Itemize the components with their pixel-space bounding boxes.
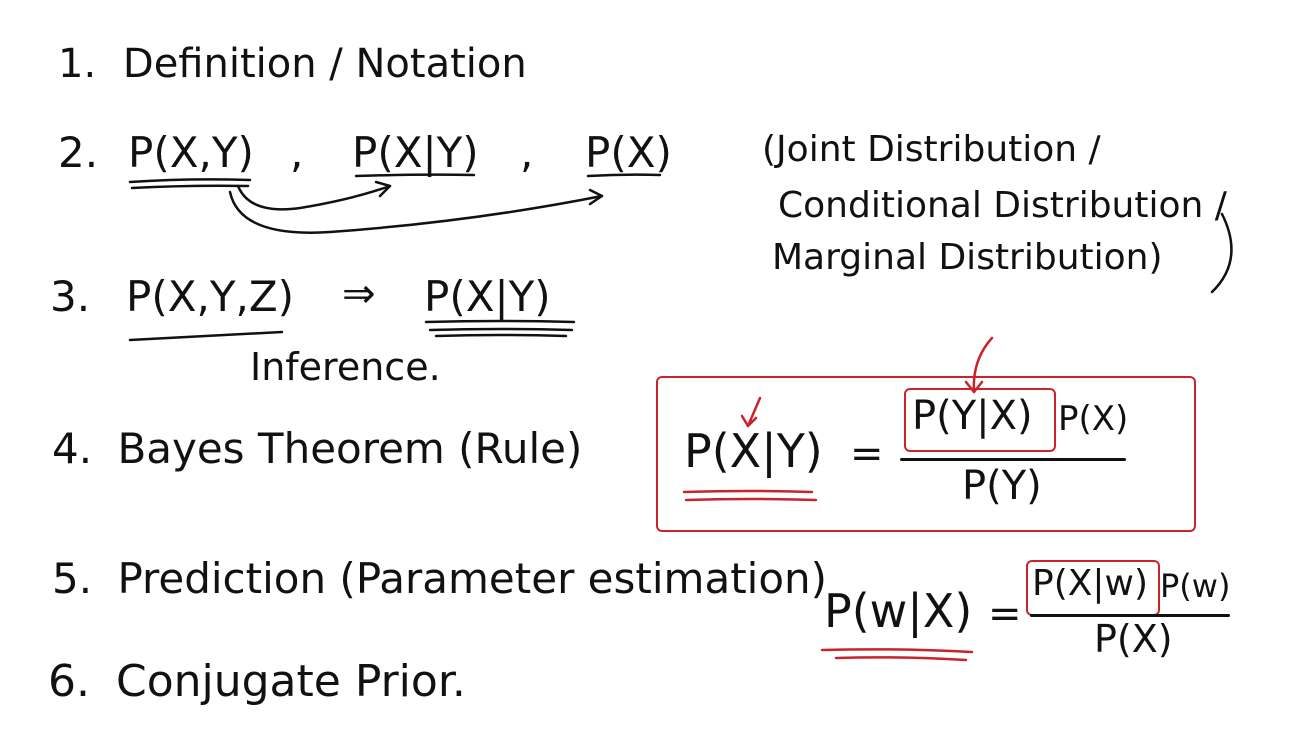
prediction-lhs-underline bbox=[820, 648, 974, 654]
bayes-lhs-underline-1 bbox=[682, 489, 814, 494]
bayes-x-pointer bbox=[746, 396, 762, 428]
joint-underline bbox=[128, 178, 252, 184]
bayes-lhs-underline-2 bbox=[684, 497, 818, 502]
arrow-to-marginal bbox=[228, 190, 604, 234]
joint-double-underline bbox=[130, 184, 250, 190]
likelihood-pointer bbox=[972, 336, 994, 394]
arrow-to-conditional bbox=[236, 184, 392, 211]
inference-underline-2 bbox=[428, 327, 574, 332]
whiteboard: 1. Definition / Notation 2. P(X,Y) , P(X… bbox=[0, 0, 1300, 734]
conditional-underline bbox=[354, 173, 476, 178]
joint-xyz-underline bbox=[128, 330, 284, 342]
inference-underline-3 bbox=[434, 333, 568, 338]
marginal-underline bbox=[586, 173, 662, 178]
ink-strokes bbox=[128, 173, 1233, 662]
inference-underline-1 bbox=[424, 319, 576, 324]
prediction-lhs-underline-2 bbox=[834, 656, 968, 662]
note-close-paren bbox=[1210, 212, 1233, 294]
